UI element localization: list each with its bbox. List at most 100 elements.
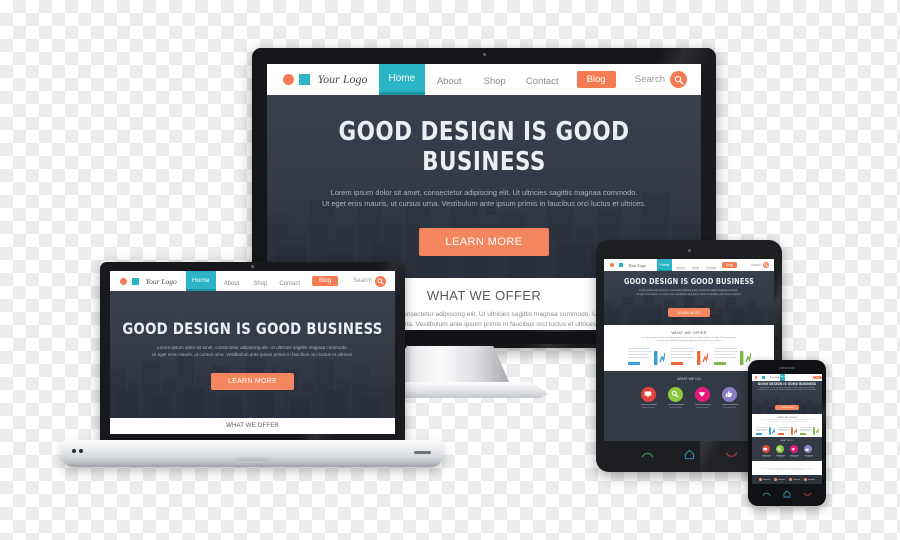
hero-heading: GOOD DESIGN IS GOOD BUSINESS — [338, 117, 630, 178]
work-item[interactable] — [803, 445, 813, 458]
work-item[interactable] — [694, 386, 711, 408]
search-icon[interactable] — [670, 71, 687, 88]
phone-nav-blog-button[interactable]: Blog — [813, 375, 822, 380]
learn-more-button[interactable]: LEARN MORE — [419, 227, 549, 256]
feature-chart-icon — [812, 427, 819, 435]
laptop-search-label: Search — [352, 278, 372, 284]
phone-learn-more-button[interactable]: LEARN MORE — [775, 405, 799, 411]
nav-search[interactable]: Search — [635, 71, 701, 88]
call-button[interactable] — [762, 491, 771, 497]
feature-card[interactable] — [755, 426, 775, 435]
phone-site-logo[interactable]: Your Logo — [755, 376, 780, 379]
thumbs-up-icon[interactable] — [803, 445, 812, 454]
end-call-button[interactable] — [803, 491, 812, 497]
work-item-label — [694, 403, 711, 406]
laptop: Your Logo Home About Shop Contact Blog S… — [100, 262, 405, 442]
laptop-hero-heading: GOOD DESIGN IS GOOD BUSINESS — [122, 319, 383, 339]
phone-logo-square-icon — [762, 376, 765, 379]
monitor-stand-neck — [390, 346, 510, 384]
home-button[interactable] — [684, 449, 695, 460]
work-item[interactable] — [761, 445, 771, 458]
monitor-icon[interactable] — [761, 445, 770, 454]
laptop-indicator-lights-icon — [72, 449, 83, 453]
monitor-icon[interactable] — [640, 386, 656, 402]
phone-lower-section: Lorem ipsum dolor sit amet, consectetur … — [752, 460, 822, 476]
tablet-work-heading: WHAT WE DO — [677, 376, 701, 381]
laptop-nav-blog-button[interactable]: Blog — [312, 276, 339, 286]
laptop-hero-paragraph-line1: Lorem ipsum dolor sit amet, consectetur … — [157, 345, 348, 351]
nav-label-contact: Contact — [525, 75, 559, 87]
tablet-search-icon[interactable] — [763, 262, 769, 268]
phone-work-heading: WHAT WE DO — [780, 440, 794, 443]
footer-item[interactable] — [804, 478, 815, 482]
phone-logo-dot-icon — [755, 376, 758, 379]
tablet-nav-search[interactable]: Search — [751, 262, 774, 268]
bird-icon[interactable] — [694, 386, 710, 402]
site-logo[interactable]: Your Logo — [283, 72, 368, 87]
phone-offer-paragraph-line2: ut cursus urna. Vestibulum ante ipsum pr… — [768, 421, 806, 423]
laptop-hero-section: GOOD DESIGN IS GOOD BUSINESS Lorem ipsum… — [110, 291, 395, 418]
website-laptop: Your Logo Home About Shop Contact Blog S… — [110, 271, 395, 434]
recent-button[interactable] — [725, 450, 738, 459]
footer-item[interactable] — [759, 478, 770, 482]
nav-item-contact[interactable]: Contact — [516, 71, 569, 89]
bird-icon[interactable] — [789, 445, 798, 454]
laptop-webcam-icon — [251, 265, 254, 268]
feature-card[interactable] — [799, 426, 819, 435]
feature-chart-icon — [696, 350, 708, 365]
work-item[interactable] — [721, 386, 738, 408]
phone-footer-section — [752, 475, 822, 484]
thumbs-up-icon[interactable] — [721, 386, 737, 402]
tablet-nav-blog-button[interactable]: Blog — [722, 262, 737, 268]
work-item[interactable] — [775, 445, 785, 458]
laptop-search-icon[interactable] — [375, 275, 386, 287]
phone-speaker-icon — [779, 367, 795, 369]
feature-card[interactable] — [713, 347, 751, 365]
search-icon[interactable] — [775, 445, 784, 454]
work-item-label — [667, 403, 684, 406]
tablet-learn-more-button[interactable]: LEARN MORE — [668, 308, 710, 318]
laptop-nav-search[interactable]: Search — [352, 275, 395, 287]
feature-text-lines — [627, 347, 652, 365]
back-button[interactable] — [641, 450, 654, 459]
feature-accent-bar — [670, 361, 683, 365]
nav-blog-button[interactable]: Blog — [576, 71, 616, 88]
laptop-learn-more-button[interactable]: LEARN MORE — [210, 372, 295, 390]
footer-item[interactable] — [789, 478, 800, 482]
hero-section: GOOD DESIGN IS GOOD BUSINESS Lorem ipsum… — [267, 95, 701, 279]
feature-card[interactable] — [777, 426, 797, 435]
nav-item-home[interactable]: Home — [378, 64, 425, 95]
laptop-site-logo[interactable]: Your Logo — [120, 277, 177, 286]
phone-lower-paragraph-2: ut cursus urna. Vestibulum ante ipsum pr… — [769, 470, 805, 472]
work-item-sub — [776, 456, 784, 458]
feature-chart-icon — [653, 350, 665, 365]
home-button[interactable] — [783, 490, 791, 498]
laptop-logo-text: Your Logo — [145, 276, 177, 286]
laptop-logo-dot-icon — [120, 277, 127, 285]
work-item-sub — [804, 456, 812, 458]
feature-card[interactable] — [670, 347, 708, 365]
tablet-nav-item-home[interactable]: Home — [657, 259, 673, 271]
search-icon[interactable] — [667, 386, 683, 402]
laptop-nav-item-about[interactable]: About — [216, 272, 248, 290]
footer-item[interactable] — [774, 478, 785, 482]
laptop-vent-icon — [414, 451, 431, 454]
work-item[interactable] — [640, 386, 657, 408]
tablet-logo-dot-icon — [610, 263, 614, 267]
work-item[interactable] — [789, 445, 799, 458]
phone-screen: Your Logo Home About Shop Contact Blog S… — [752, 374, 822, 484]
feature-card[interactable] — [627, 347, 665, 365]
laptop-site-navbar: Your Logo Home About Shop Contact Blog S… — [110, 271, 395, 291]
laptop-nav-item-shop[interactable]: Shop — [247, 272, 273, 290]
laptop-nav-item-contact[interactable]: Contact — [273, 272, 306, 290]
work-item-sub — [642, 406, 655, 408]
nav-item-about[interactable]: About — [425, 71, 474, 89]
phone-logo-text: Your Logo — [770, 376, 781, 379]
nav-item-shop[interactable]: Shop — [474, 71, 516, 89]
tablet-site-logo[interactable]: Your Logo — [610, 263, 646, 268]
phone-offer-heading: WHAT WE OFFER — [777, 417, 797, 419]
laptop-nav-item-home[interactable]: Home — [185, 271, 216, 291]
feature-accent-bar — [713, 361, 726, 365]
work-item[interactable] — [667, 386, 684, 408]
tablet-hero-heading: GOOD DESIGN IS GOOD BUSINESS — [623, 277, 755, 287]
